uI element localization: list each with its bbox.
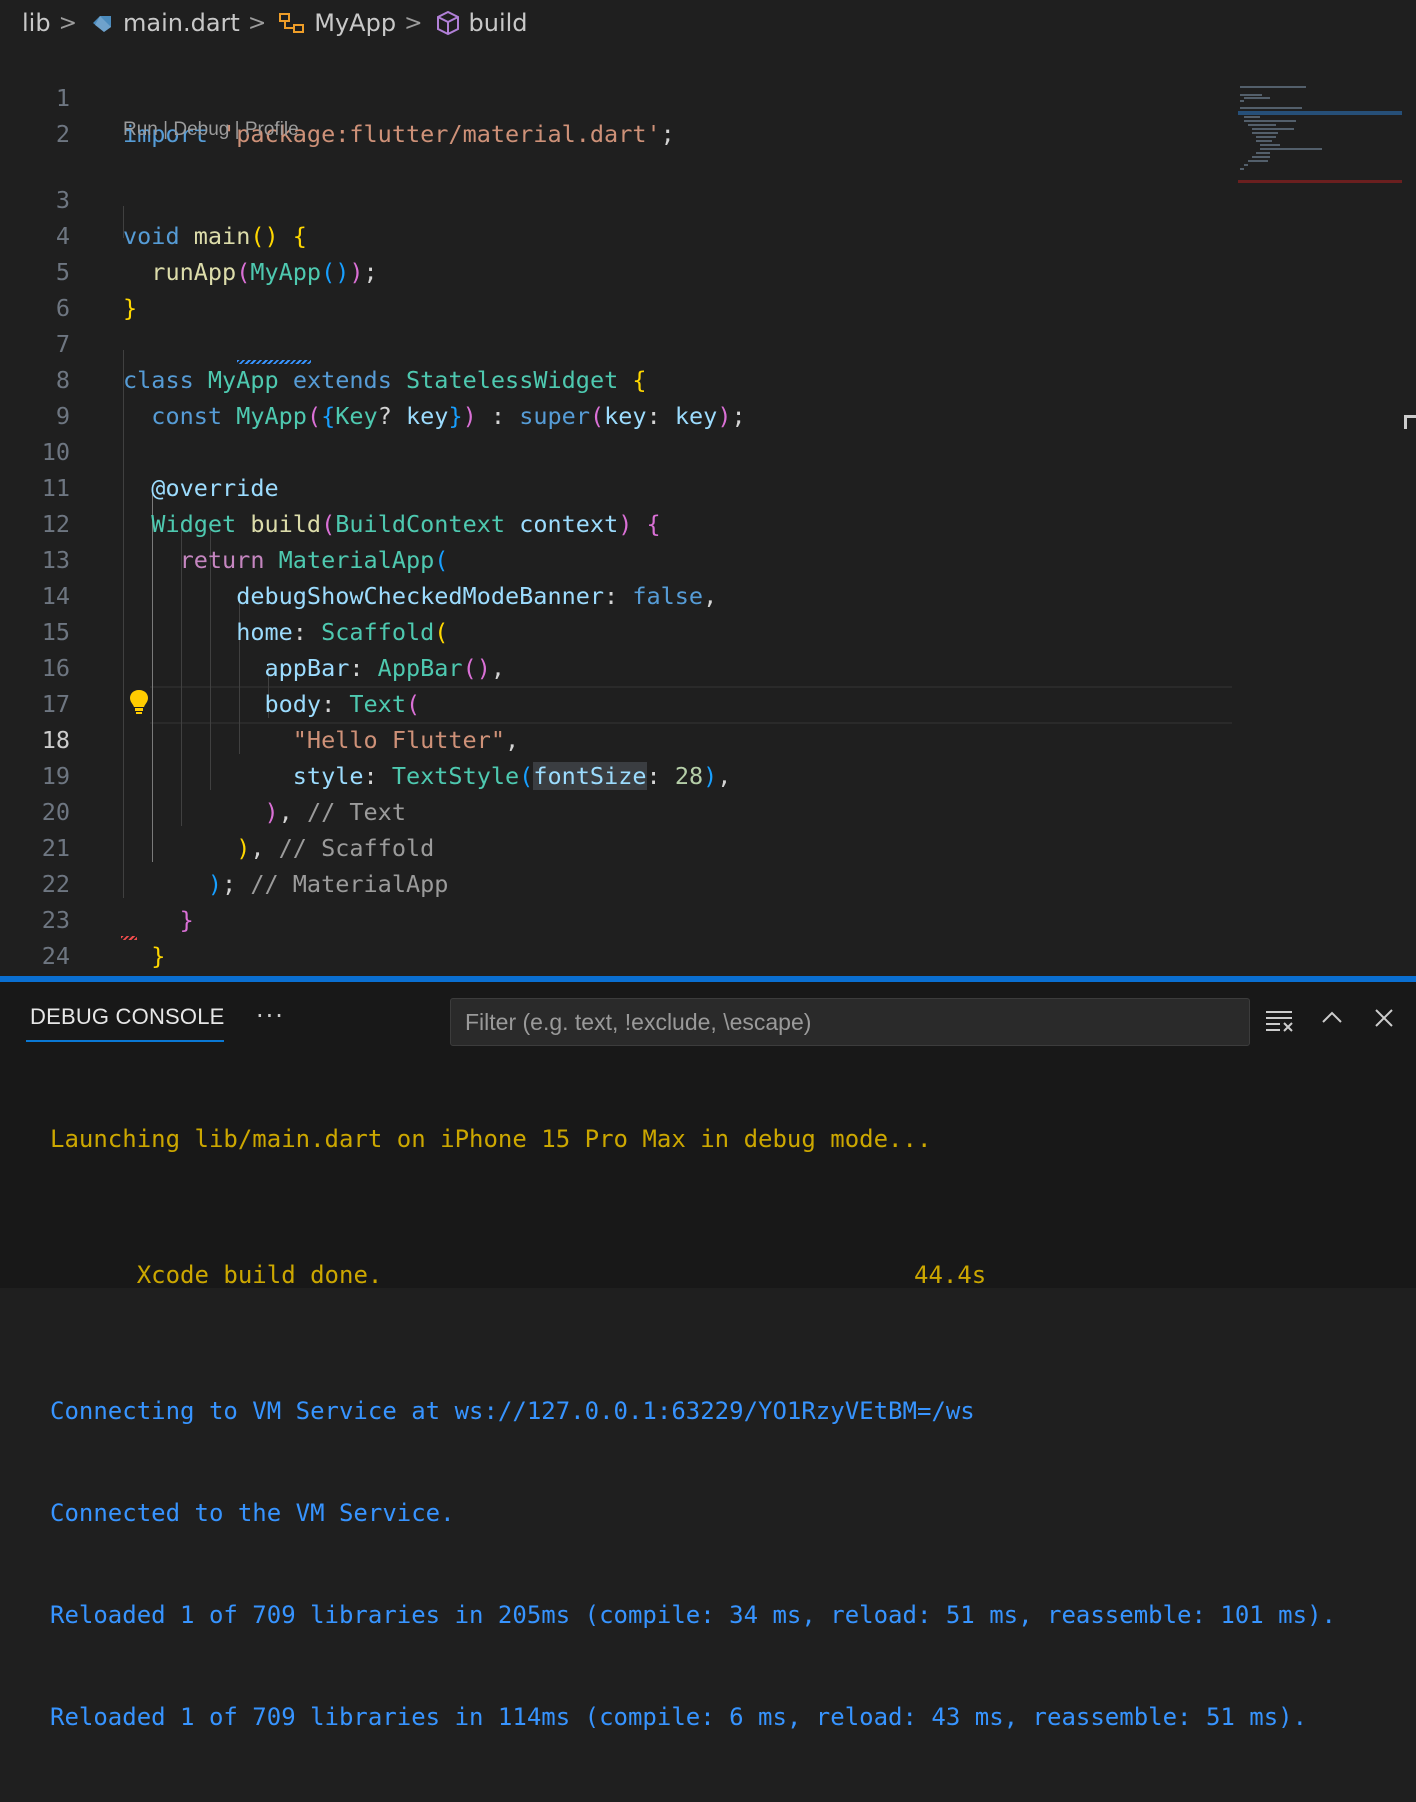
code-line: 25 [0, 938, 1232, 1006]
code-line: 15 appBar: AppBar(), [0, 578, 1232, 682]
filter-input[interactable] [450, 998, 1250, 1046]
code-line: 8 const MyApp({Key? key}) : super(key: k… [0, 326, 1232, 430]
breadcrumb-item-method[interactable]: build [469, 9, 528, 37]
code-line: 22 } [0, 830, 1232, 934]
class-icon [278, 11, 306, 35]
console-line: Reloaded 1 of 709 libraries in 205ms (co… [50, 1601, 1336, 1629]
breadcrumb-item-lib[interactable]: lib [22, 9, 51, 37]
close-icon[interactable] [1372, 1008, 1396, 1034]
active-tab-indicator [26, 1040, 224, 1042]
debug-console-panel: DEBUG CONSOLE ··· Launching lib/main.dar… [0, 976, 1416, 1731]
breadcrumb-item-file[interactable]: main.dart [123, 9, 240, 37]
code-line: 14 home: Scaffold( [0, 542, 1232, 646]
chevron-right-icon: > [404, 10, 423, 36]
code-line: 19 ), // Text [0, 722, 1232, 826]
clear-console-icon[interactable] [1264, 1008, 1296, 1038]
code-line: 23 } [0, 866, 1232, 970]
chevron-right-icon: > [58, 10, 78, 36]
code-line: 24 } [0, 902, 1232, 1006]
code-line: 3 void main() { [0, 146, 1232, 250]
code-line: 12 return MaterialApp( [0, 470, 1232, 574]
code-line: 4 runApp(MyApp()); [0, 182, 1232, 286]
console-line-row: Xcode build done. 44.4s [50, 1224, 1336, 1326]
code-line: 5 } [0, 218, 1232, 322]
codelens-run-debug-profile[interactable]: Run | Debug | Profile [123, 116, 299, 144]
dart-icon [89, 12, 115, 34]
more-actions-icon[interactable]: ··· [256, 1002, 285, 1030]
code-line: 21 ); // MaterialApp [0, 794, 1232, 898]
breadcrumb-item-class[interactable]: MyApp [314, 9, 396, 37]
code-line: 9 [0, 362, 1232, 430]
code-line: 13 debugShowCheckedModeBanner: false, [0, 506, 1232, 610]
scrollbar[interactable] [1404, 414, 1416, 429]
code-line: 7 class MyApp extends StatelessWidget { [0, 290, 1232, 394]
console-line: Connecting to VM Service at ws://127.0.0… [50, 1397, 975, 1425]
console-line: Launching lib/main.dart on iPhone 15 Pro… [50, 1125, 932, 1153]
code-line: 16 body: Text( [0, 614, 1232, 718]
code-line: 6 [0, 254, 1232, 322]
method-cube-icon [435, 10, 461, 36]
breadcrumb: lib > main.dart > MyApp > build [0, 0, 1416, 46]
code-line: 10 @override [0, 398, 1232, 502]
code-line-active: 18 style: TextStyle(fontSize: 28), [0, 686, 1232, 790]
lightbulb-icon[interactable] [127, 688, 151, 720]
console-line: Reloaded 1 of 709 libraries in 114ms (co… [50, 1703, 1308, 1731]
code-line: 11 Widget build(BuildContext context) { [0, 434, 1232, 538]
chevron-right-icon: > [247, 10, 267, 36]
console-line: Connected to the VM Service. [50, 1499, 455, 1527]
console-output: Launching lib/main.dart on iPhone 15 Pro… [50, 1054, 1336, 1802]
code-line: 20 ), // Scaffold [0, 758, 1232, 862]
punctuation: ; [660, 120, 675, 148]
console-timing: 44.4s [914, 1261, 987, 1289]
code-line: 1 import 'package:flutter/material.dart'… [0, 44, 1232, 148]
console-line: Xcode build done. [136, 1261, 383, 1289]
code-line: 17 "Hello Flutter", [0, 650, 1232, 754]
code-editor[interactable]: 1 import 'package:flutter/material.dart'… [0, 44, 1416, 1006]
chevron-up-icon[interactable] [1320, 1008, 1344, 1030]
code-line: 2 [0, 80, 1232, 148]
tab-debug-console[interactable]: DEBUG CONSOLE [30, 1004, 225, 1030]
minimap[interactable] [1238, 84, 1402, 184]
